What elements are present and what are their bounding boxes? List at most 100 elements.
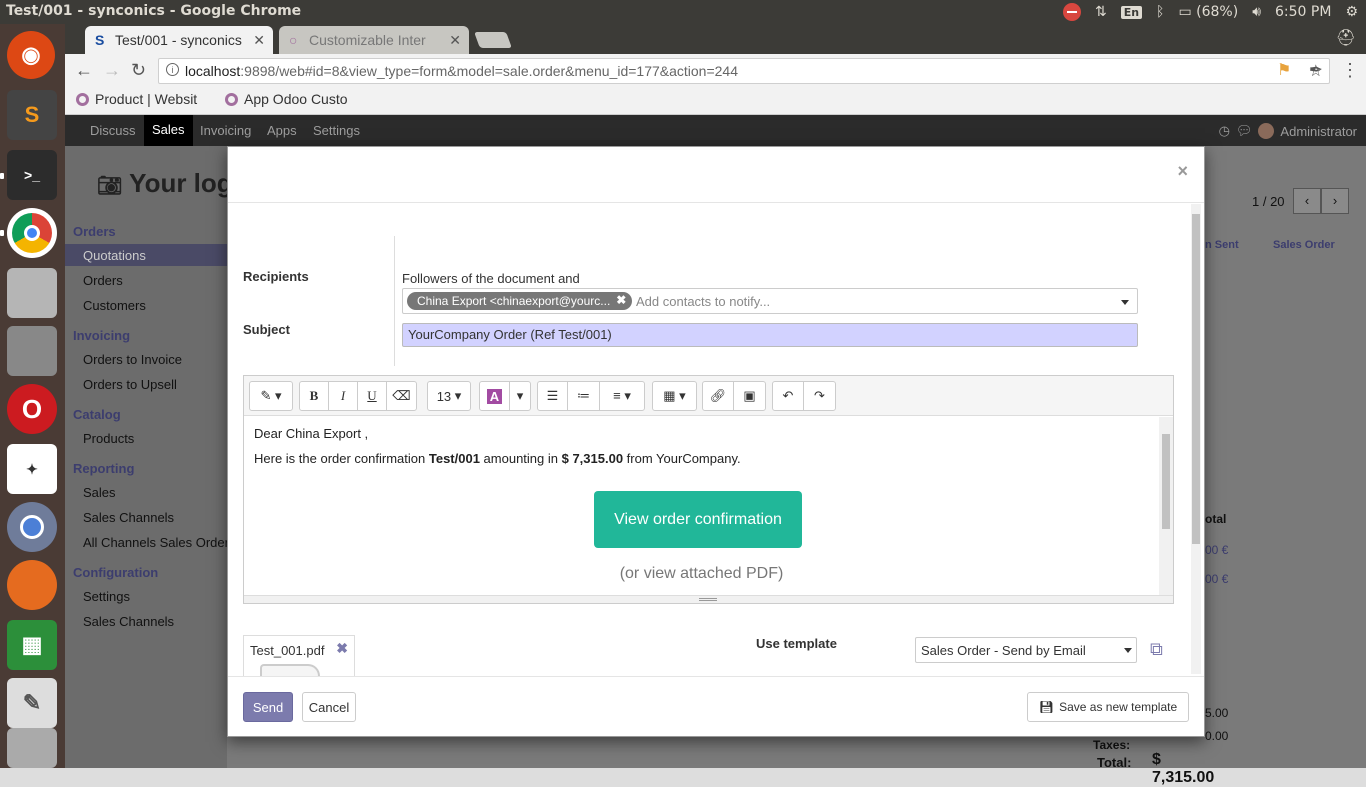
sidebar-item-sales-channels-config[interactable]: Sales Channels [83,614,174,629]
volume-icon[interactable]: 🔊︎ [1252,4,1261,20]
undo-icon[interactable]: ↶ [773,382,804,410]
sidebar-section-orders[interactable]: Orders [73,224,116,239]
settings-gear-icon[interactable]: ⚙ [1345,4,1358,20]
view-order-button[interactable]: View order confirmation [594,491,802,548]
sidebar-section-catalog[interactable]: Catalog [73,407,121,422]
remove-attachment-icon[interactable]: ✖ [336,640,348,657]
numbered-list-icon[interactable]: ≔ [568,382,600,410]
tab-close-icon[interactable]: ✕ [449,32,461,49]
underline-button[interactable]: U [358,382,387,410]
scrollbar-thumb[interactable] [1162,434,1170,529]
ubuntu-icon[interactable]: ◉ [7,31,55,79]
text-editor-icon[interactable]: ✎ [7,678,57,728]
sidebar-section-invoicing[interactable]: Invoicing [73,328,130,343]
magic-wand-icon[interactable]: ✎ ▾ [250,382,292,410]
send-button[interactable]: Send [243,692,293,722]
editor-content[interactable]: Dear China Export , Here is the order co… [244,417,1159,597]
clock[interactable]: 6:50 PM [1275,4,1331,20]
back-icon[interactable]: ← [75,60,93,81]
eraser-icon[interactable]: ⌫ [387,382,416,410]
terminal-icon[interactable]: >_ [7,150,57,200]
sidebar-item-settings[interactable]: Settings [83,589,130,604]
extension-icon[interactable]: ⚑ [1277,60,1291,80]
chrome-icon[interactable] [7,208,57,258]
eyedropper-icon[interactable]: ✒ [1309,60,1322,80]
bullet-list-icon[interactable]: ☰ [538,382,568,410]
tab-close-icon[interactable]: ✕ [253,32,265,49]
wizard-icon[interactable]: ✦ [7,444,57,494]
chevron-down-icon[interactable] [1121,300,1129,305]
bold-button[interactable]: B [300,382,329,410]
menu-apps[interactable]: Apps [267,123,297,138]
dialog-scrollbar[interactable] [1191,204,1201,674]
tab-synconics[interactable]: S Test/001 - synconics ✕ [85,26,273,54]
cancel-button[interactable]: Cancel [302,692,356,722]
close-icon[interactable]: × [1177,161,1188,182]
link-icon[interactable]: 🔗︎ [703,382,734,410]
sidebar-item-orders-to-upsell[interactable]: Orders to Upsell [83,377,177,392]
sidebar-item-products[interactable]: Products [83,431,134,446]
italic-button[interactable]: I [329,382,358,410]
files-icon[interactable] [7,326,57,376]
sidebar-item-orders-to-invoice[interactable]: Orders to Invoice [83,352,182,367]
user-menu[interactable]: ◷ 💬︎ Administrator [1219,123,1357,139]
redo-icon[interactable]: ↷ [804,382,835,410]
sidebar-item-customers[interactable]: Customers [83,298,146,313]
battery-indicator[interactable]: ▭ (68%) [1178,4,1238,20]
recipients-field[interactable]: China Export <chinaexport@yourc... ✖ Add… [402,288,1138,314]
sidebar-section-configuration[interactable]: Configuration [73,565,158,580]
status-sales-order[interactable]: Sales Order [1273,239,1335,251]
menu-icon[interactable]: ⋮ [1341,60,1359,81]
remove-tag-icon[interactable]: ✖ [616,293,626,307]
editor-resize-handle[interactable] [244,595,1173,603]
new-tab-button[interactable] [474,32,512,48]
menu-settings[interactable]: Settings [313,123,360,138]
firefox-icon[interactable] [7,560,57,610]
template-select[interactable]: Sales Order - Send by Email [915,637,1137,663]
scrollbar-thumb[interactable] [1192,214,1200,544]
attachment-card[interactable]: Test_001.pdf ✖ [243,635,355,676]
recipient-tag[interactable]: China Export <chinaexport@yourc... ✖ [407,292,633,310]
bookmark-app-odoo[interactable]: App Odoo Custo [225,91,348,107]
table-icon[interactable]: ▦ ▾ [653,382,696,410]
activity-icon[interactable]: ◷ [1219,123,1230,139]
menu-discuss[interactable]: Discuss [90,123,136,138]
chevron-down-icon[interactable]: ▾ [510,382,530,410]
editor-scrollbar[interactable] [1159,417,1173,597]
align-icon[interactable]: ≡ ▾ [600,382,644,410]
sidebar-section-reporting[interactable]: Reporting [73,461,134,476]
font-size-dropdown[interactable]: 13 ▾ [428,382,470,410]
external-link-icon[interactable]: ⧉ [1150,639,1163,660]
chat-icon[interactable]: 💬︎ [1236,123,1253,139]
menu-invoicing[interactable]: Invoicing [200,123,251,138]
sidebar-item-sales-channels[interactable]: Sales Channels [83,510,174,525]
spreadsheet-icon[interactable]: ▦ [7,620,57,670]
disk-icon[interactable] [7,268,57,318]
bluetooth-icon[interactable]: ᛒ [1156,4,1164,20]
pdf-hint[interactable]: (or view attached PDF) [244,565,1159,583]
bookmark-product[interactable]: Product | Websit [76,91,197,107]
font-color-icon[interactable]: A [480,382,510,410]
pager-next-button[interactable]: › [1321,188,1349,214]
menu-sales[interactable]: Sales [144,115,193,146]
network-icon[interactable]: ⇅ [1095,4,1107,20]
chromium-icon[interactable] [7,502,57,552]
subject-field[interactable]: YourCompany Order (Ref Test/001) [402,323,1138,347]
keyboard-layout[interactable]: En [1120,5,1143,19]
sublime-text-icon[interactable]: S [7,90,57,140]
save-template-button[interactable]: 💾︎ Save as new template [1027,692,1189,722]
sidebar-item-sales[interactable]: Sales [83,485,116,500]
image-icon[interactable]: ▣ [734,382,765,410]
reload-icon[interactable]: ↻ [131,60,146,81]
video-icon[interactable] [7,728,57,768]
sidebar-item-orders[interactable]: Orders [83,273,123,288]
forward-icon[interactable]: → [103,60,121,81]
sidebar-item-quotations[interactable]: Quotations [83,248,146,263]
status-quotation-sent[interactable]: n Sent [1205,239,1239,251]
info-icon[interactable]: i [166,63,179,76]
address-bar[interactable]: i localhost:9898/web#id=8&view_type=form… [158,58,1330,84]
opera-icon[interactable]: O [7,384,57,434]
pager-prev-button[interactable]: ‹ [1293,188,1321,214]
tab-customizable[interactable]: ○ Customizable Inter ✕ [279,26,469,54]
stop-icon[interactable] [1062,3,1081,21]
